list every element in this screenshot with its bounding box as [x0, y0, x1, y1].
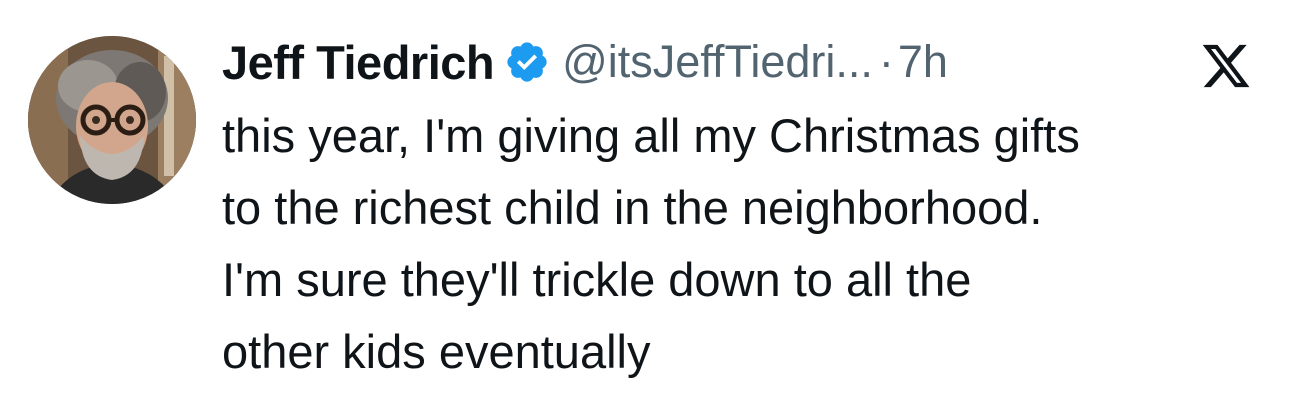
avatar[interactable] — [28, 36, 196, 204]
tweet-text-line: I'm sure they'll trickle down to all the — [222, 253, 972, 306]
tweet-text: this year, I'm giving all my Christmas g… — [222, 100, 1282, 388]
tweet-text-line: to the richest child in the neighborhood… — [222, 181, 1043, 234]
tweet-text-line: other kids eventually — [222, 325, 651, 378]
tweet-header: Jeff Tiedrich @itsJeffTiedri... · 7h — [222, 30, 948, 94]
author-display-name[interactable]: Jeff Tiedrich — [222, 35, 495, 90]
x-logo-icon — [1196, 40, 1256, 92]
avatar-photo — [28, 36, 196, 204]
author-handle[interactable]: @itsJeffTiedri... — [562, 36, 873, 88]
separator-dot: · — [878, 36, 894, 87]
tweet-text-line: this year, I'm giving all my Christmas g… — [222, 109, 1080, 162]
verified-badge-icon[interactable] — [504, 39, 550, 85]
timestamp[interactable]: 7h — [898, 36, 948, 88]
tweet-card[interactable]: Jeff Tiedrich @itsJeffTiedri... · 7h thi… — [0, 0, 1290, 404]
